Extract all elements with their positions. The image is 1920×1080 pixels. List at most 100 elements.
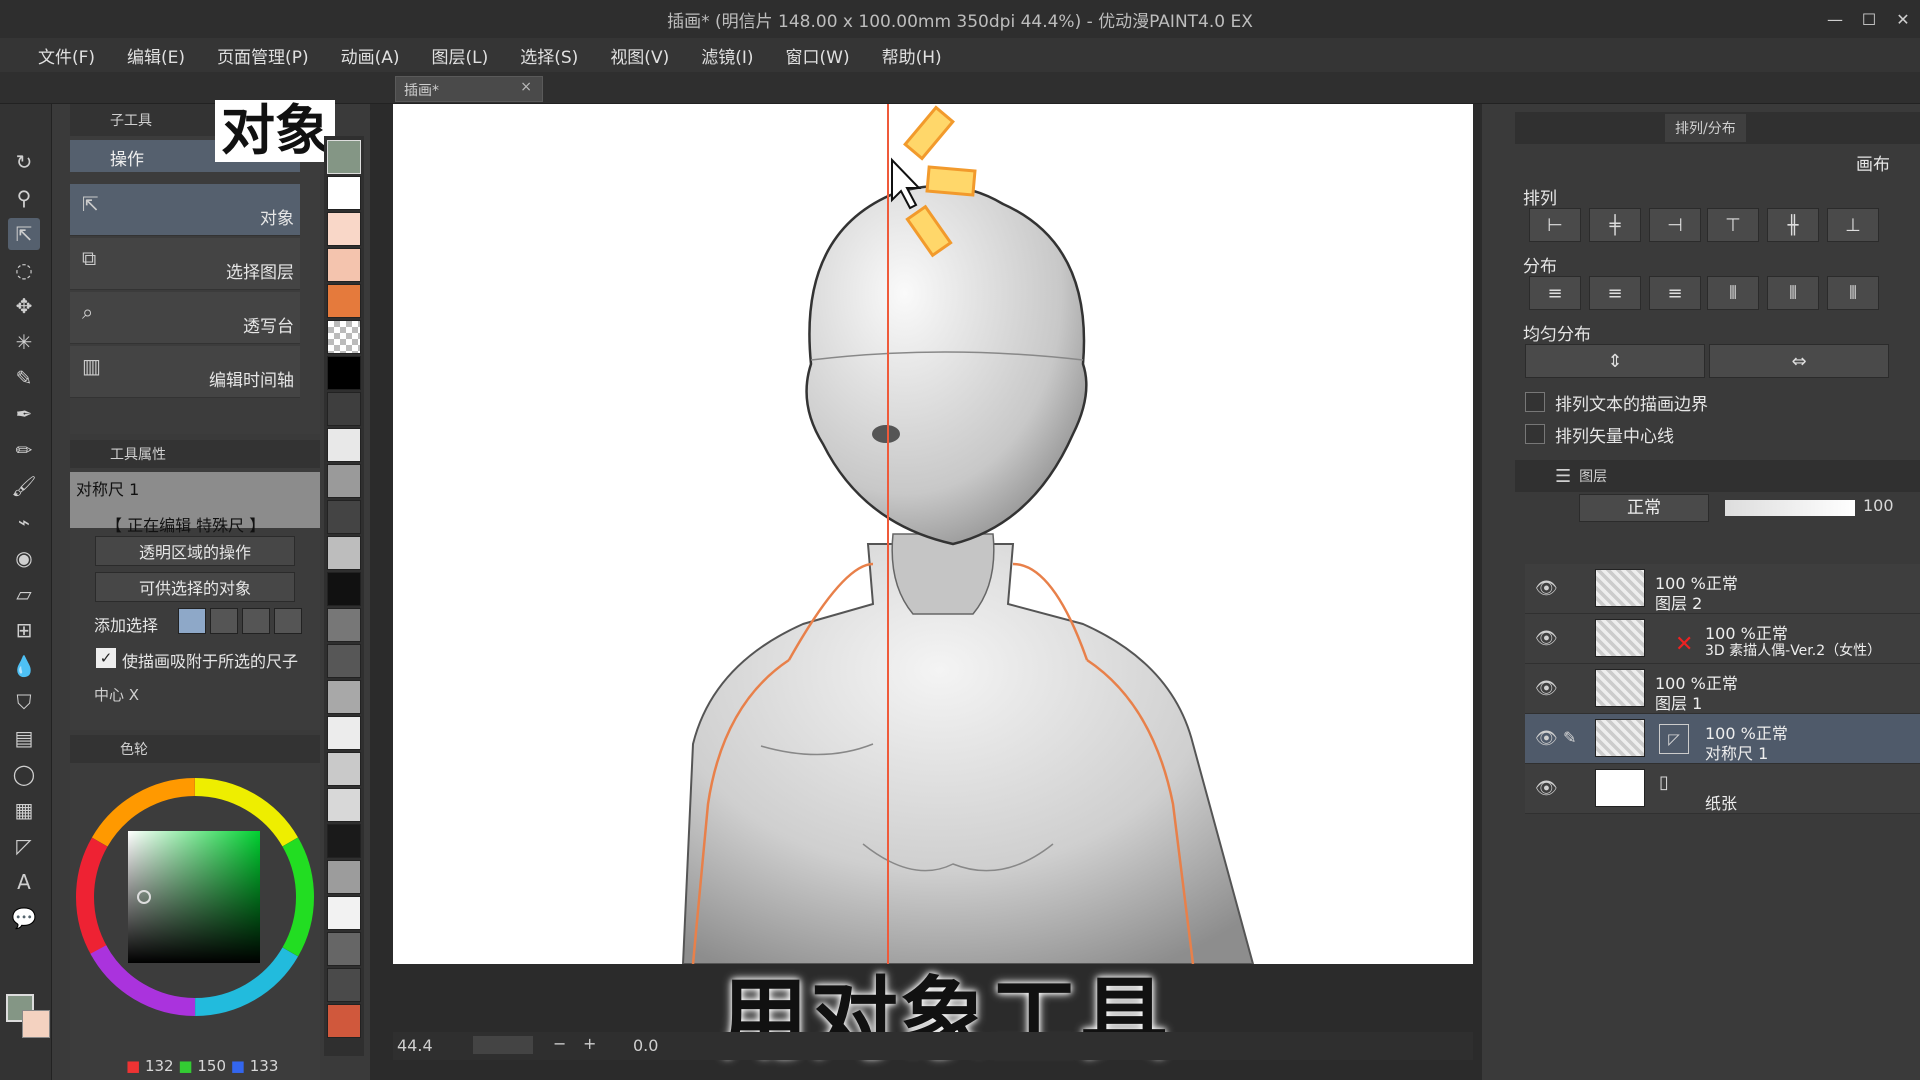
snap-checkbox[interactable]: ✓: [96, 648, 116, 668]
decoration-icon[interactable]: ◉: [8, 542, 40, 574]
airbrush-icon[interactable]: ⌁: [8, 506, 40, 538]
zoom-slider[interactable]: [473, 1036, 533, 1054]
document-tab[interactable]: 插画* ×: [395, 76, 543, 102]
blend-icon[interactable]: 💧: [8, 650, 40, 682]
align-vcenter-icon[interactable]: ╫: [1767, 208, 1819, 242]
pen-icon[interactable]: ✒: [8, 398, 40, 430]
distribute-right-icon[interactable]: ⫴: [1827, 276, 1879, 310]
blend-mode-dropdown[interactable]: 正常: [1579, 494, 1709, 522]
subtool-item-object[interactable]: ⇱ 对象: [70, 184, 300, 236]
menu-layer[interactable]: 图层(L): [416, 43, 505, 68]
eye-icon[interactable]: 👁: [1535, 628, 1558, 649]
swatch[interactable]: [327, 212, 361, 246]
menu-animation[interactable]: 动画(A): [325, 43, 416, 68]
align-top-icon[interactable]: ⊤: [1707, 208, 1759, 242]
swatch[interactable]: [327, 572, 361, 606]
align-left-icon[interactable]: ⊢: [1529, 208, 1581, 242]
even-distribute-horizontal-icon[interactable]: ⇔: [1709, 344, 1889, 378]
swatch[interactable]: [327, 500, 361, 534]
swatch[interactable]: [327, 752, 361, 786]
layer-row-symmetry-ruler[interactable]: 👁 ✎ ◸ 100 %正常 对称尺 1: [1525, 714, 1920, 764]
distribute-vcenter-icon[interactable]: ≡: [1589, 276, 1641, 310]
swatch[interactable]: [327, 788, 361, 822]
brush-icon[interactable]: 🖌: [8, 470, 40, 502]
swatch[interactable]: [327, 608, 361, 642]
add-select-mode-new[interactable]: [178, 608, 206, 634]
swatch-transparent[interactable]: [327, 320, 361, 354]
swatch[interactable]: [327, 932, 361, 966]
zoom-icon[interactable]: ⚲: [8, 182, 40, 214]
menu-filter[interactable]: 滤镜(I): [685, 43, 769, 68]
rotation-value[interactable]: 0.0: [633, 1036, 658, 1055]
layer-row-3d-figure[interactable]: 👁 ✕ 100 %正常 3D 素描人偶-Ver.2（女性）: [1525, 614, 1920, 664]
layer-row-1[interactable]: 👁 100 %正常 图层 1: [1525, 664, 1920, 714]
document-tab-close-icon[interactable]: ×: [520, 79, 532, 95]
distribute-bottom-icon[interactable]: ≡: [1649, 276, 1701, 310]
close-icon[interactable]: ✕: [1886, 0, 1920, 38]
text-icon[interactable]: A: [8, 866, 40, 898]
zoom-in-icon[interactable]: +: [583, 1034, 596, 1053]
subtool-item-select-layer[interactable]: ⧉ 选择图层: [70, 238, 300, 290]
lasso-rotate-icon[interactable]: ↻: [8, 146, 40, 178]
lasso-icon[interactable]: ◌: [8, 254, 40, 286]
menu-page[interactable]: 页面管理(P): [201, 43, 325, 68]
menu-edit[interactable]: 编辑(E): [111, 43, 201, 68]
swatch[interactable]: [327, 896, 361, 930]
distribute-hcenter-icon[interactable]: ⫴: [1767, 276, 1819, 310]
magic-wand-icon[interactable]: ✳: [8, 326, 40, 358]
add-select-mode-add[interactable]: [210, 608, 238, 634]
align-right-icon[interactable]: ⊣: [1649, 208, 1701, 242]
3d-drawing-figure[interactable]: [393, 104, 1473, 964]
menu-help[interactable]: 帮助(H): [866, 43, 958, 68]
canvas[interactable]: [393, 104, 1473, 964]
even-distribute-vertical-icon[interactable]: ⇕: [1525, 344, 1705, 378]
eyedropper-icon[interactable]: ✎: [8, 362, 40, 394]
swatch[interactable]: [327, 1004, 361, 1038]
swatch[interactable]: [327, 428, 361, 462]
align-hcenter-icon[interactable]: ╪: [1589, 208, 1641, 242]
menu-window[interactable]: 窗口(W): [770, 43, 866, 68]
distribute-left-icon[interactable]: ⫴: [1707, 276, 1759, 310]
subtool-item-light-table[interactable]: ⌕ 透写台: [70, 292, 300, 344]
ruler-icon[interactable]: ⊞: [8, 614, 40, 646]
swatch[interactable]: [327, 860, 361, 894]
eye-icon[interactable]: 👁: [1535, 728, 1558, 749]
sub-color-chip[interactable]: [22, 1010, 50, 1038]
transparent-area-dropdown[interactable]: 透明区域的操作: [95, 536, 295, 566]
eye-icon[interactable]: 👁: [1535, 578, 1558, 599]
subtool-item-timeline[interactable]: ▥ 编辑时间轴: [70, 346, 300, 398]
eye-icon[interactable]: 👁: [1535, 678, 1558, 699]
minimize-icon[interactable]: —: [1818, 0, 1852, 38]
swatch[interactable]: [327, 176, 361, 210]
swatch[interactable]: [327, 968, 361, 1002]
move-icon[interactable]: ✥: [8, 290, 40, 322]
add-select-mode-subtract[interactable]: [242, 608, 270, 634]
canvas-target-label[interactable]: 画布: [1856, 150, 1890, 175]
swatch[interactable]: [327, 536, 361, 570]
add-select-mode-intersect[interactable]: [274, 608, 302, 634]
swatch[interactable]: [327, 644, 361, 678]
pencil-icon[interactable]: ✏: [8, 434, 40, 466]
zoom-value[interactable]: 44.4: [397, 1036, 433, 1055]
menu-select[interactable]: 选择(S): [504, 43, 594, 68]
tab-align-distribute[interactable]: 排列/分布: [1665, 114, 1746, 142]
frame-icon[interactable]: ▦: [8, 794, 40, 826]
operation-tool-icon[interactable]: ⇱: [8, 218, 40, 250]
swatch[interactable]: [327, 392, 361, 426]
shape-icon[interactable]: ◯: [8, 758, 40, 790]
fill-icon[interactable]: ⛉: [8, 686, 40, 718]
swatch[interactable]: [327, 464, 361, 498]
swatch[interactable]: [327, 356, 361, 390]
zoom-out-icon[interactable]: −: [553, 1034, 566, 1053]
opacity-slider[interactable]: [1725, 500, 1855, 516]
align-bottom-icon[interactable]: ⊥: [1827, 208, 1879, 242]
layer-row-paper[interactable]: 👁 ▯ 纸张: [1525, 764, 1920, 814]
swatch[interactable]: [327, 824, 361, 858]
swatch[interactable]: [327, 716, 361, 750]
opacity-value[interactable]: 100: [1863, 496, 1894, 515]
layer-row-2[interactable]: 👁 100 %正常 图层 2: [1525, 564, 1920, 614]
align-text-bounds-checkbox[interactable]: [1525, 392, 1545, 412]
distribute-top-icon[interactable]: ≡: [1529, 276, 1581, 310]
color-wheel[interactable]: [70, 777, 320, 1017]
swatch[interactable]: [327, 284, 361, 318]
